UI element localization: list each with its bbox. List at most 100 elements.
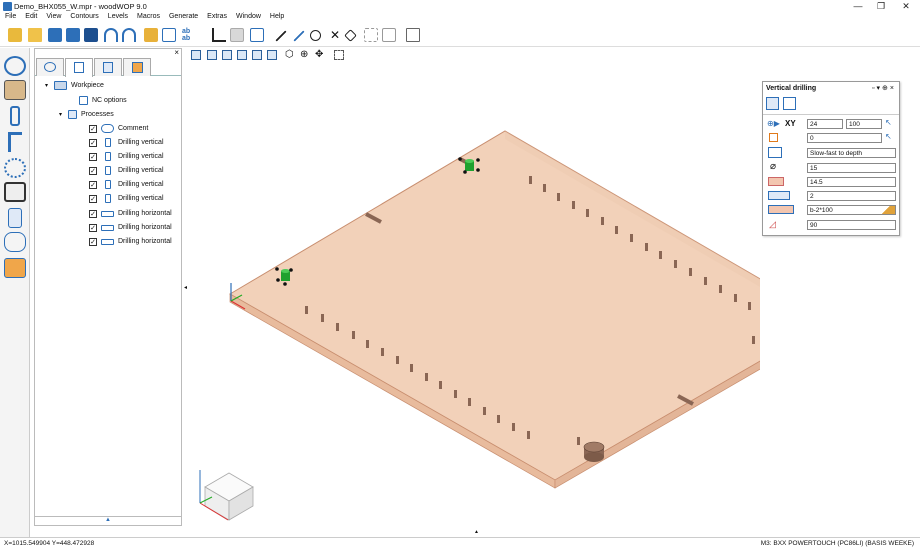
tree-item-drilling-horizontal[interactable]: ✓ Drilling horizontal — [89, 235, 172, 248]
drill-horizontal-icon[interactable] — [783, 97, 796, 110]
angle-input[interactable]: 90 — [807, 220, 896, 230]
view-front-icon[interactable] — [207, 50, 217, 60]
collapse-panel-button[interactable]: ▲ — [35, 516, 181, 525]
checkbox[interactable]: ✓ — [89, 138, 97, 147]
menu-extras[interactable]: Extras — [207, 13, 227, 24]
machine-icon[interactable] — [4, 56, 26, 76]
maximize-button[interactable]: ❐ — [874, 1, 888, 12]
tab-import[interactable] — [123, 58, 151, 76]
menu-edit[interactable]: Edit — [25, 13, 37, 24]
tree-processes[interactable]: ▾ Processes — [59, 108, 114, 121]
drill-vertical-icon — [105, 152, 111, 161]
save-icon[interactable] — [84, 28, 98, 42]
arc-icon[interactable] — [344, 29, 357, 42]
view-top-icon[interactable] — [191, 50, 201, 60]
tab-list[interactable] — [94, 58, 122, 76]
open-project-icon[interactable] — [66, 28, 80, 42]
view-right-icon[interactable] — [237, 50, 247, 60]
line-icon[interactable] — [275, 30, 287, 42]
zoom-icon[interactable]: ⊕ — [300, 50, 310, 60]
checkbox[interactable]: ✓ — [89, 194, 97, 203]
window-title: Demo_BHX055_W.mpr - woodWOP 9.0 — [14, 2, 147, 11]
text-icon[interactable]: ab ab — [182, 28, 196, 42]
tree-item-comment[interactable]: ✓ Comment — [89, 122, 148, 135]
drill-mode-select[interactable]: Slow-fast to depth — [807, 148, 896, 158]
view-cube[interactable] — [199, 470, 254, 521]
drill-hole — [529, 176, 532, 184]
tree-item-drilling-horizontal[interactable]: ✓ Drilling horizontal — [89, 207, 172, 220]
checkbox[interactable]: ✓ — [89, 180, 97, 189]
tree-workpiece[interactable]: ▾ Workpiece — [45, 79, 104, 92]
tree-item-drilling-vertical[interactable]: ✓ Drilling vertical — [89, 164, 164, 177]
workpiece-icon[interactable] — [4, 80, 26, 100]
panel-window-controls[interactable]: ▫▾⊕× — [872, 84, 896, 92]
checkbox[interactable]: ✓ — [89, 166, 97, 175]
y-input[interactable]: 100 — [846, 119, 882, 129]
drill-icon[interactable] — [10, 106, 20, 126]
contour-icon[interactable] — [212, 28, 226, 42]
line-point-icon[interactable] — [293, 30, 305, 42]
menu-macros[interactable]: Macros — [137, 13, 160, 24]
pick-point-icon[interactable]: ↖ — [885, 118, 892, 127]
reference-select[interactable]: 0 — [807, 133, 882, 143]
checkbox[interactable]: ✓ — [89, 124, 97, 133]
zoom-all-icon[interactable]: ✥ — [315, 50, 325, 60]
checkbox[interactable]: ✓ — [89, 223, 97, 232]
array-icon[interactable] — [382, 28, 396, 42]
menu-generate[interactable]: Generate — [169, 13, 198, 24]
minimize-button[interactable]: — — [851, 1, 865, 12]
depth-input[interactable]: 14.5 — [807, 177, 896, 187]
drill-icon[interactable] — [250, 28, 264, 42]
undo-icon[interactable] — [104, 28, 118, 42]
count-input[interactable]: 2 — [807, 191, 896, 201]
menu-file[interactable]: File — [5, 13, 16, 24]
select-icon[interactable] — [230, 28, 244, 42]
tree-item-drilling-vertical[interactable]: ✓ Drilling vertical — [89, 136, 164, 149]
tree-item-drilling-vertical[interactable]: ✓ Drilling vertical — [89, 192, 164, 205]
variables-icon[interactable] — [162, 28, 176, 42]
tree-item-drilling-horizontal[interactable]: ✓ Drilling horizontal — [89, 221, 172, 234]
cross-icon[interactable]: ✕ — [328, 28, 342, 42]
view-3d-icon[interactable]: ⬡ — [285, 50, 295, 60]
diameter-input[interactable]: 15 — [807, 163, 896, 173]
menu-levels[interactable]: Levels — [108, 13, 128, 24]
workpiece-viewport[interactable] — [186, 64, 760, 534]
menu-help[interactable]: Help — [270, 13, 284, 24]
menu-contours[interactable]: Contours — [70, 13, 98, 24]
tree-item-drilling-vertical[interactable]: ✓ Drilling vertical — [89, 150, 164, 163]
grid-icon[interactable] — [364, 28, 378, 42]
menu-view[interactable]: View — [46, 13, 61, 24]
checkbox[interactable]: ✓ — [89, 237, 97, 246]
list-icon[interactable] — [8, 208, 22, 228]
circle-icon[interactable] — [310, 30, 321, 41]
checkbox[interactable]: ✓ — [89, 209, 97, 218]
saw-icon[interactable] — [8, 132, 22, 152]
window-icon[interactable] — [4, 182, 26, 202]
checkbox[interactable]: ✓ — [89, 152, 97, 161]
tree-nc-options[interactable]: NC options — [79, 94, 127, 107]
drill-vertical-icon[interactable] — [766, 97, 779, 110]
x-input[interactable]: 24 — [807, 119, 843, 129]
new-file-icon[interactable] — [8, 28, 22, 42]
select-area-icon[interactable] — [334, 50, 344, 60]
import-icon[interactable] — [4, 258, 26, 278]
tab-processes[interactable] — [65, 58, 93, 77]
redo-icon[interactable] — [122, 28, 136, 42]
open-icon[interactable] — [48, 28, 62, 42]
milling-icon[interactable] — [4, 158, 26, 178]
distance-input[interactable]: b-2*100 — [807, 205, 896, 215]
view-back-icon[interactable] — [252, 50, 262, 60]
menu-window[interactable]: Window — [236, 13, 261, 24]
tab-machine[interactable] — [36, 58, 64, 76]
comment-icon[interactable] — [4, 232, 26, 252]
pick-point-icon[interactable]: ↖ — [885, 132, 892, 141]
component-icon[interactable] — [406, 28, 420, 42]
view-left-icon[interactable] — [222, 50, 232, 60]
workpiece-icon[interactable] — [144, 28, 158, 42]
new-folder-icon[interactable] — [28, 28, 42, 42]
viewport-bottom-handle-icon[interactable]: ▲ — [474, 529, 479, 535]
view-iso-icon[interactable] — [267, 50, 277, 60]
tree-item-drilling-vertical[interactable]: ✓ Drilling vertical — [89, 178, 164, 191]
close-button[interactable]: ✕ — [899, 1, 913, 12]
panel-close-icon[interactable]: × — [174, 48, 179, 57]
